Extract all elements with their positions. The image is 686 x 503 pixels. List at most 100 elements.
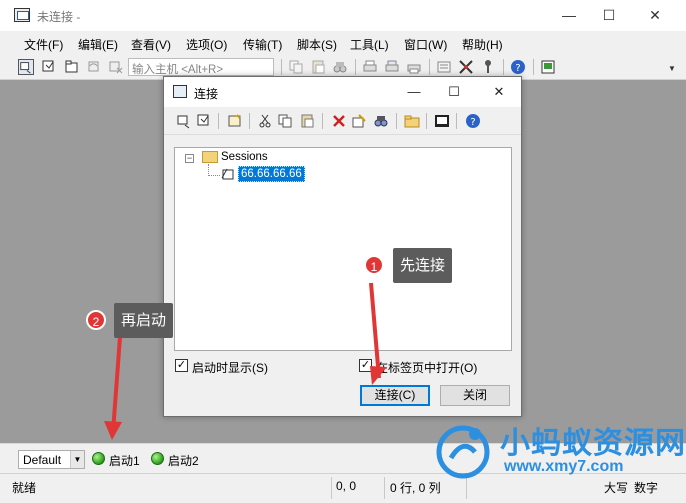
session-tree[interactable]: − Sessions 66.66.66.66 [174,147,512,351]
show-on-startup-label: 启动时显示(S) [192,361,268,375]
connect-dialog: 连接 — ☐ ✕ ? − Sessions 66.66.66.66 ✓ 启动时显… [163,76,522,417]
copy-icon[interactable] [288,59,304,75]
dialog-close-button[interactable]: ✕ [477,77,521,107]
launch2-button[interactable]: 启动2 [151,450,203,468]
checkbox-check-icon[interactable]: ✓ [359,359,372,372]
global-options-icon[interactable] [458,59,474,75]
dialog-paste-icon[interactable] [299,113,315,129]
session-icon [221,168,234,180]
connect-in-tab-icon[interactable] [64,59,80,75]
dialog-help-icon[interactable]: ? [465,113,481,129]
session-options-icon[interactable] [436,59,452,75]
keymap-icon[interactable] [480,59,496,75]
close-button[interactable]: ✕ [632,0,678,31]
dialog-app-icon [173,85,187,98]
dialog-toolbar-separator [396,113,397,129]
dialog-minimize-button[interactable]: — [392,77,436,107]
toolbar-separator [355,59,356,75]
green-dot-icon [92,452,105,465]
green-dot-icon [151,452,164,465]
help-icon[interactable]: ? [510,59,526,75]
collapse-toggle[interactable]: − [185,154,194,163]
connect-icon[interactable] [18,59,34,75]
checkbox-check-icon[interactable]: ✓ [175,359,188,372]
status-separator [384,477,385,499]
toolbar-overflow-chevron-icon[interactable]: ▼ [668,64,676,73]
dialog-copy-icon[interactable] [277,113,293,129]
menu-tools[interactable]: 工具(L) [350,36,389,53]
maximize-button[interactable]: ☐ [586,0,632,31]
new-folder-icon[interactable] [404,113,420,129]
print-screen-icon[interactable] [384,59,400,75]
status-num: 数字 [634,481,659,495]
open-in-tab-label: 在标签页中打开(O) [376,361,478,375]
window-title: 未连接 - [37,10,81,24]
step2-badge: 2 [86,310,106,330]
status-caps: 大写 [604,481,629,495]
quick-connect-icon[interactable] [41,59,57,75]
tree-connector [208,175,220,176]
launch1-button[interactable]: 启动1 [92,450,144,468]
connect-button[interactable]: 连接(C) [360,385,430,406]
cut-icon[interactable] [257,113,273,129]
reconnect-icon[interactable] [86,59,102,75]
menu-bar: 文件(F) 编辑(E) 查看(V) 选项(O) 传输(T) 脚本(S) 工具(L… [0,31,686,55]
sftp-icon[interactable] [540,59,556,75]
watermark-logo-icon [436,425,490,479]
app-icon [14,8,30,22]
toolbar-separator [429,59,430,75]
step1-callout: 先连接 [393,248,453,283]
menu-edit[interactable]: 编辑(E) [78,36,118,53]
dialog-quick-connect-icon[interactable] [196,113,212,129]
print-setup-icon[interactable] [406,59,422,75]
launch2-label: 启动2 [168,454,199,468]
status-coords: 0, 0 [336,479,357,493]
properties-icon[interactable] [351,113,367,129]
button-bar-profile-select[interactable]: Default ▼ [18,450,85,469]
menu-transfer[interactable]: 传输(T) [243,36,282,53]
profile-value: Default [23,453,62,467]
host-input[interactable]: 输入主机 <Alt+R> [128,58,274,76]
dialog-maximize-button[interactable]: ☐ [432,77,476,107]
sessions-root-label[interactable]: Sessions [221,151,268,163]
sessions-folder-icon [202,151,218,163]
status-separator [331,477,332,499]
chevron-down-icon[interactable]: ▼ [70,451,84,468]
dialog-title-bar: 连接 — ☐ ✕ [164,77,521,107]
menu-options[interactable]: 选项(O) [186,36,227,53]
status-ready: 就绪 [12,481,37,495]
close-dialog-button[interactable]: 关闭 [440,385,510,406]
dialog-find-icon[interactable] [373,113,389,129]
menu-window[interactable]: 窗口(W) [404,36,447,53]
print-icon[interactable] [362,59,378,75]
dialog-toolbar-separator [249,113,250,129]
step2-callout: 再启动 [114,303,174,338]
dialog-toolbar-separator [218,113,219,129]
dialog-toolbar: ? [164,107,521,135]
dialog-toolbar-separator [322,113,323,129]
dialog-toolbar-separator [426,113,427,129]
menu-help[interactable]: 帮助(H) [462,36,503,53]
new-session-icon[interactable] [227,113,243,129]
step1-badge: 1 [364,255,384,275]
svg-text:?: ? [470,117,475,128]
menu-view[interactable]: 查看(V) [131,36,171,53]
dialog-connect-icon[interactable] [176,113,192,129]
status-bar: 就绪 0, 0 0 行, 0 列 大写 数字 [0,473,686,503]
toolbar-separator [533,59,534,75]
toolbar-separator [281,59,282,75]
menu-file[interactable]: 文件(F) [24,36,63,53]
create-shortcut-icon[interactable] [434,113,450,129]
session-item[interactable]: 66.66.66.66 [238,166,305,182]
watermark-name: 小蚂蚁资源网 [500,427,686,460]
paste-icon[interactable] [310,59,326,75]
disconnect-icon[interactable] [108,59,124,75]
delete-icon[interactable] [331,113,347,129]
toolbar-separator [503,59,504,75]
title-bar: 未连接 - — ☐ ✕ [0,0,686,31]
menu-script[interactable]: 脚本(S) [297,36,337,53]
launch1-label: 启动1 [109,454,140,468]
find-icon[interactable] [332,59,348,75]
dialog-title: 连接 [194,87,219,101]
watermark-url: www.xmy7.com [504,458,624,475]
